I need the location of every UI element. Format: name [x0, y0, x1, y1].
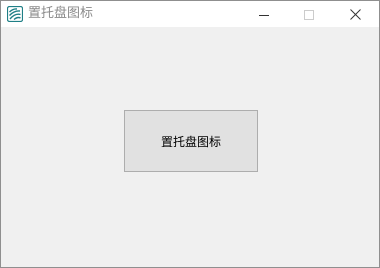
close-button[interactable]: [332, 1, 378, 27]
minimize-to-tray-button[interactable]: 置托盘图标: [124, 110, 258, 172]
close-icon: [349, 5, 361, 24]
title-bar[interactable]: 置托盘图标: [1, 1, 379, 27]
maximize-icon: [304, 5, 314, 24]
app-window: 置托盘图标 置托盘图标: [0, 0, 380, 268]
minimize-to-tray-label: 置托盘图标: [160, 134, 221, 149]
minimize-icon: [259, 5, 269, 24]
minimize-button[interactable]: [241, 1, 287, 27]
app-icon: [6, 5, 24, 23]
maximize-button[interactable]: [286, 1, 332, 27]
window-title: 置托盘图标: [28, 6, 94, 21]
client-area: 置托盘图标: [1, 27, 379, 267]
